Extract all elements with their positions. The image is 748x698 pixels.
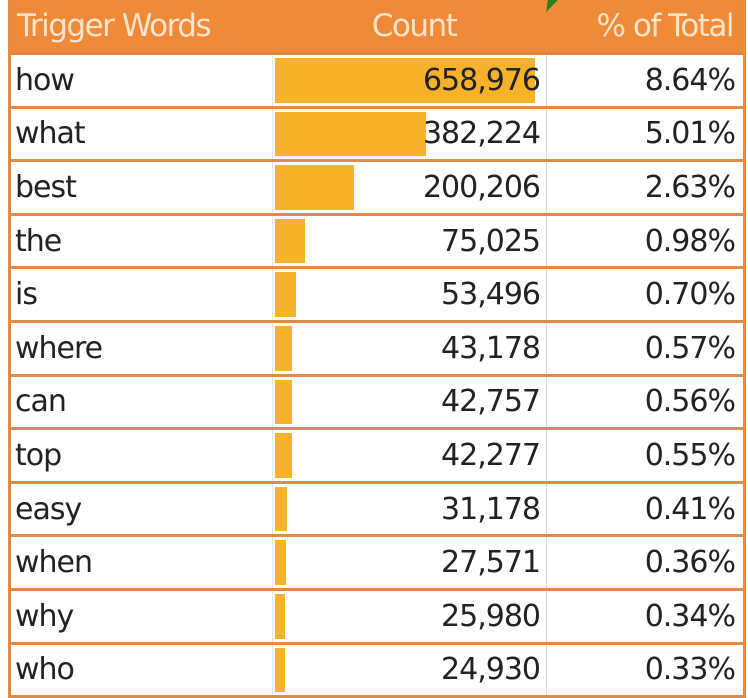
cell-trigger-word[interactable]: where bbox=[11, 322, 273, 374]
cell-count[interactable]: 53,496 bbox=[273, 269, 547, 320]
count-value: 24,930 bbox=[441, 652, 541, 688]
count-value: 27,571 bbox=[441, 545, 541, 581]
count-data-bar bbox=[275, 272, 297, 317]
cell-count[interactable]: 43,178 bbox=[273, 322, 547, 374]
count-value: 43,178 bbox=[441, 330, 541, 366]
count-value: 200,206 bbox=[422, 169, 541, 205]
count-value: 382,224 bbox=[422, 116, 541, 152]
count-data-bar bbox=[275, 325, 293, 371]
cell-count[interactable]: 25,980 bbox=[273, 590, 547, 642]
table-row: the 75,025 0.98% bbox=[11, 215, 743, 270]
header-trigger-words[interactable]: Trigger Words bbox=[11, 0, 273, 52]
cell-pct-of-total[interactable]: 8.64% bbox=[547, 55, 743, 106]
cell-count[interactable]: 27,571 bbox=[273, 537, 547, 588]
count-value: 53,496 bbox=[441, 277, 541, 313]
cell-trigger-word[interactable]: who bbox=[11, 644, 273, 696]
count-value: 25,980 bbox=[441, 598, 541, 634]
cell-trigger-word[interactable]: what bbox=[11, 108, 273, 160]
table-row: easy 31,178 0.41% bbox=[11, 483, 743, 538]
header-pct-of-total[interactable]: % of Total bbox=[547, 0, 743, 52]
cell-trigger-word[interactable]: easy bbox=[11, 483, 273, 535]
cell-trigger-word[interactable]: when bbox=[11, 537, 273, 588]
cell-pct-of-total[interactable]: 0.55% bbox=[547, 430, 743, 481]
cell-pct-of-total[interactable]: 0.41% bbox=[547, 484, 743, 535]
cell-trigger-word[interactable]: how bbox=[11, 55, 273, 106]
cell-count[interactable]: 382,224 bbox=[273, 108, 547, 160]
cell-trigger-word[interactable]: is bbox=[11, 269, 273, 320]
table-row: top 42,277 0.55% bbox=[11, 430, 743, 484]
cell-count[interactable]: 42,277 bbox=[273, 430, 547, 481]
table-row: where 43,178 0.57% bbox=[11, 322, 743, 377]
table-row: best 200,206 2.63% bbox=[11, 162, 743, 216]
cell-trigger-word[interactable]: the bbox=[11, 215, 273, 267]
count-value: 658,976 bbox=[422, 62, 541, 98]
cell-pct-of-total[interactable]: 0.36% bbox=[547, 537, 743, 588]
header-count[interactable]: Count bbox=[273, 0, 547, 52]
count-value: 42,277 bbox=[441, 437, 541, 473]
cell-trigger-word[interactable]: best bbox=[11, 162, 273, 213]
count-data-bar bbox=[275, 433, 292, 478]
table-header-row: Trigger Words Count % of Total bbox=[11, 0, 743, 55]
cell-trigger-word[interactable]: can bbox=[11, 376, 273, 428]
table-row: can 42,757 0.56% bbox=[11, 376, 743, 431]
table-row: why 25,980 0.34% bbox=[11, 590, 743, 645]
cell-pct-of-total[interactable]: 0.56% bbox=[547, 377, 743, 428]
count-data-bar bbox=[275, 647, 285, 693]
count-data-bar bbox=[275, 111, 426, 157]
cell-count[interactable]: 24,930 bbox=[273, 644, 547, 696]
cell-pct-of-total[interactable]: 0.98% bbox=[547, 216, 743, 267]
table-row: what 382,224 5.01% bbox=[11, 108, 743, 163]
count-value: 75,025 bbox=[441, 223, 541, 259]
cell-pct-of-total[interactable]: 2.63% bbox=[547, 162, 743, 213]
count-value: 31,178 bbox=[441, 491, 541, 527]
trigger-words-table: Trigger Words Count % of Total how 658,97… bbox=[8, 0, 746, 698]
cell-pct-of-total[interactable]: 0.34% bbox=[547, 591, 743, 642]
cell-count[interactable]: 31,178 bbox=[273, 483, 547, 535]
table-body: how 658,976 8.64% what 382,224 5.01% best 200,2… bbox=[11, 55, 743, 698]
table-row: how 658,976 8.64% bbox=[11, 55, 743, 109]
cell-count[interactable]: 75,025 bbox=[273, 215, 547, 267]
count-data-bar bbox=[275, 486, 288, 532]
cell-count[interactable]: 658,976 bbox=[273, 55, 547, 106]
count-value: 42,757 bbox=[441, 384, 541, 420]
count-data-bar bbox=[275, 218, 305, 264]
table-row: is 53,496 0.70% bbox=[11, 269, 743, 323]
table-row: when 27,571 0.36% bbox=[11, 537, 743, 591]
count-data-bar bbox=[275, 165, 354, 210]
cell-pct-of-total[interactable]: 0.57% bbox=[547, 323, 743, 374]
cell-comment-marker-icon bbox=[546, 0, 558, 12]
table-row: who 24,930 0.33% bbox=[11, 644, 743, 698]
cell-pct-of-total[interactable]: 0.33% bbox=[547, 645, 743, 696]
cell-count[interactable]: 200,206 bbox=[273, 162, 547, 213]
count-data-bar bbox=[275, 379, 292, 425]
cell-count[interactable]: 42,757 bbox=[273, 376, 547, 428]
cell-pct-of-total[interactable]: 0.70% bbox=[547, 269, 743, 320]
cell-trigger-word[interactable]: why bbox=[11, 590, 273, 642]
count-data-bar bbox=[275, 540, 286, 585]
cell-trigger-word[interactable]: top bbox=[11, 430, 273, 481]
cell-pct-of-total[interactable]: 5.01% bbox=[547, 109, 743, 160]
count-data-bar bbox=[275, 593, 286, 639]
